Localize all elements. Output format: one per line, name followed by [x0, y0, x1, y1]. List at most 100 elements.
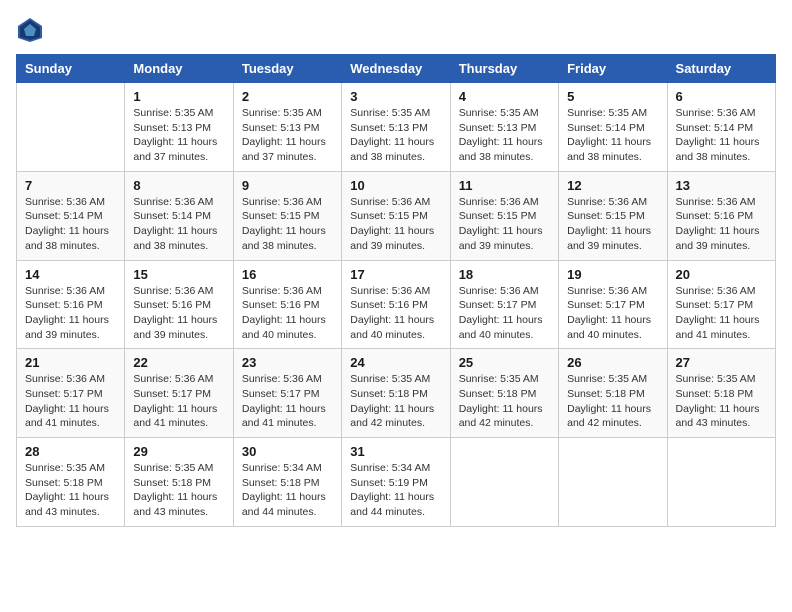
- calendar-cell: 26 Sunrise: 5:35 AMSunset: 5:18 PMDayligh…: [559, 349, 667, 438]
- day-number: 30: [242, 444, 333, 459]
- col-header-monday: Monday: [125, 55, 233, 83]
- day-info: Sunrise: 5:35 AMSunset: 5:13 PMDaylight:…: [350, 106, 441, 165]
- day-info: Sunrise: 5:35 AMSunset: 5:18 PMDaylight:…: [459, 372, 550, 431]
- calendar-cell: 24 Sunrise: 5:35 AMSunset: 5:18 PMDayligh…: [342, 349, 450, 438]
- day-number: 10: [350, 178, 441, 193]
- day-number: 12: [567, 178, 658, 193]
- calendar-week-row: 28 Sunrise: 5:35 AMSunset: 5:18 PMDayligh…: [17, 438, 776, 527]
- calendar-cell: [667, 438, 775, 527]
- calendar-cell: 22Sunrise: 5:36 AMSunset: 5:17 PMDayligh…: [125, 349, 233, 438]
- day-info: Sunrise: 5:36 AMSunset: 5:17 PMDaylight:…: [459, 284, 550, 343]
- day-number: 7: [25, 178, 116, 193]
- calendar-cell: 19 Sunrise: 5:36 AMSunset: 5:17 PMDayligh…: [559, 260, 667, 349]
- day-number: 23: [242, 355, 333, 370]
- day-info: Sunrise: 5:35 AMSunset: 5:18 PMDaylight:…: [567, 372, 658, 431]
- day-info: Sunrise: 5:36 AMSunset: 5:16 PMDaylight:…: [242, 284, 333, 343]
- day-info: Sunrise: 5:36 AMSunset: 5:16 PMDaylight:…: [25, 284, 116, 343]
- logo-icon: [16, 16, 44, 44]
- calendar-cell: 7 Sunrise: 5:36 AMSunset: 5:14 PMDaylight…: [17, 171, 125, 260]
- calendar-cell: [450, 438, 558, 527]
- day-info: Sunrise: 5:35 AMSunset: 5:13 PMDaylight:…: [242, 106, 333, 165]
- col-header-sunday: Sunday: [17, 55, 125, 83]
- calendar-cell: 25 Sunrise: 5:35 AMSunset: 5:18 PMDayligh…: [450, 349, 558, 438]
- day-number: 5: [567, 89, 658, 104]
- day-number: 8: [133, 178, 224, 193]
- day-number: 22: [133, 355, 224, 370]
- day-info: Sunrise: 5:34 AMSunset: 5:19 PMDaylight:…: [350, 461, 441, 520]
- calendar-cell: 18 Sunrise: 5:36 AMSunset: 5:17 PMDayligh…: [450, 260, 558, 349]
- calendar-week-row: 14 Sunrise: 5:36 AMSunset: 5:16 PMDayligh…: [17, 260, 776, 349]
- calendar-table: SundayMondayTuesdayWednesdayThursdayFrid…: [16, 54, 776, 527]
- header: [16, 16, 776, 44]
- day-info: Sunrise: 5:36 AMSunset: 5:16 PMDaylight:…: [133, 284, 224, 343]
- calendar-cell: 16 Sunrise: 5:36 AMSunset: 5:16 PMDayligh…: [233, 260, 341, 349]
- day-number: 15: [133, 267, 224, 282]
- day-number: 16: [242, 267, 333, 282]
- day-number: 17: [350, 267, 441, 282]
- day-info: Sunrise: 5:36 AMSunset: 5:15 PMDaylight:…: [350, 195, 441, 254]
- col-header-saturday: Saturday: [667, 55, 775, 83]
- day-number: 31: [350, 444, 441, 459]
- calendar-cell: 29 Sunrise: 5:35 AMSunset: 5:18 PMDayligh…: [125, 438, 233, 527]
- calendar-cell: 3 Sunrise: 5:35 AMSunset: 5:13 PMDaylight…: [342, 83, 450, 172]
- calendar-cell: 17Sunrise: 5:36 AMSunset: 5:16 PMDayligh…: [342, 260, 450, 349]
- calendar-cell: 6Sunrise: 5:36 AMSunset: 5:14 PMDaylight…: [667, 83, 775, 172]
- calendar-week-row: 21 Sunrise: 5:36 AMSunset: 5:17 PMDayligh…: [17, 349, 776, 438]
- day-info: Sunrise: 5:36 AMSunset: 5:15 PMDaylight:…: [567, 195, 658, 254]
- day-info: Sunrise: 5:35 AMSunset: 5:13 PMDaylight:…: [133, 106, 224, 165]
- calendar-cell: 4Sunrise: 5:35 AMSunset: 5:13 PMDaylight…: [450, 83, 558, 172]
- day-info: Sunrise: 5:36 AMSunset: 5:16 PMDaylight:…: [676, 195, 767, 254]
- calendar-cell: [17, 83, 125, 172]
- day-number: 11: [459, 178, 550, 193]
- col-header-thursday: Thursday: [450, 55, 558, 83]
- day-number: 21: [25, 355, 116, 370]
- calendar-cell: 30 Sunrise: 5:34 AMSunset: 5:18 PMDayligh…: [233, 438, 341, 527]
- calendar-cell: 15 Sunrise: 5:36 AMSunset: 5:16 PMDayligh…: [125, 260, 233, 349]
- calendar-cell: 10 Sunrise: 5:36 AMSunset: 5:15 PMDayligh…: [342, 171, 450, 260]
- day-info: Sunrise: 5:36 AMSunset: 5:17 PMDaylight:…: [25, 372, 116, 431]
- calendar-header-row: SundayMondayTuesdayWednesdayThursdayFrid…: [17, 55, 776, 83]
- day-info: Sunrise: 5:34 AMSunset: 5:18 PMDaylight:…: [242, 461, 333, 520]
- calendar-cell: 23 Sunrise: 5:36 AMSunset: 5:17 PMDayligh…: [233, 349, 341, 438]
- day-info: Sunrise: 5:35 AMSunset: 5:18 PMDaylight:…: [25, 461, 116, 520]
- day-info: Sunrise: 5:36 AMSunset: 5:15 PMDaylight:…: [242, 195, 333, 254]
- col-header-friday: Friday: [559, 55, 667, 83]
- day-number: 3: [350, 89, 441, 104]
- calendar-cell: 31 Sunrise: 5:34 AMSunset: 5:19 PMDayligh…: [342, 438, 450, 527]
- day-info: Sunrise: 5:36 AMSunset: 5:17 PMDaylight:…: [567, 284, 658, 343]
- calendar-cell: 20 Sunrise: 5:36 AMSunset: 5:17 PMDayligh…: [667, 260, 775, 349]
- day-info: Sunrise: 5:35 AMSunset: 5:18 PMDaylight:…: [133, 461, 224, 520]
- calendar-cell: 27Sunrise: 5:35 AMSunset: 5:18 PMDayligh…: [667, 349, 775, 438]
- day-number: 19: [567, 267, 658, 282]
- day-number: 14: [25, 267, 116, 282]
- calendar-cell: 12 Sunrise: 5:36 AMSunset: 5:15 PMDayligh…: [559, 171, 667, 260]
- day-info: Sunrise: 5:35 AMSunset: 5:14 PMDaylight:…: [567, 106, 658, 165]
- calendar-cell: 2 Sunrise: 5:35 AMSunset: 5:13 PMDaylight…: [233, 83, 341, 172]
- day-number: 28: [25, 444, 116, 459]
- day-info: Sunrise: 5:36 AMSunset: 5:15 PMDaylight:…: [459, 195, 550, 254]
- calendar-week-row: 1Sunrise: 5:35 AMSunset: 5:13 PMDaylight…: [17, 83, 776, 172]
- calendar-cell: 14 Sunrise: 5:36 AMSunset: 5:16 PMDayligh…: [17, 260, 125, 349]
- calendar-cell: 8 Sunrise: 5:36 AMSunset: 5:14 PMDaylight…: [125, 171, 233, 260]
- day-number: 24: [350, 355, 441, 370]
- day-number: 4: [459, 89, 550, 104]
- day-info: Sunrise: 5:36 AMSunset: 5:17 PMDaylight:…: [676, 284, 767, 343]
- day-info: Sunrise: 5:36 AMSunset: 5:17 PMDaylight:…: [242, 372, 333, 431]
- calendar-cell: 21 Sunrise: 5:36 AMSunset: 5:17 PMDayligh…: [17, 349, 125, 438]
- calendar-cell: 11 Sunrise: 5:36 AMSunset: 5:15 PMDayligh…: [450, 171, 558, 260]
- day-number: 26: [567, 355, 658, 370]
- calendar-cell: 13 Sunrise: 5:36 AMSunset: 5:16 PMDayligh…: [667, 171, 775, 260]
- day-info: Sunrise: 5:36 AMSunset: 5:14 PMDaylight:…: [133, 195, 224, 254]
- calendar-cell: 5 Sunrise: 5:35 AMSunset: 5:14 PMDaylight…: [559, 83, 667, 172]
- day-number: 18: [459, 267, 550, 282]
- col-header-wednesday: Wednesday: [342, 55, 450, 83]
- day-number: 20: [676, 267, 767, 282]
- day-number: 13: [676, 178, 767, 193]
- day-number: 6: [676, 89, 767, 104]
- day-info: Sunrise: 5:35 AMSunset: 5:18 PMDaylight:…: [350, 372, 441, 431]
- calendar-week-row: 7 Sunrise: 5:36 AMSunset: 5:14 PMDaylight…: [17, 171, 776, 260]
- day-number: 25: [459, 355, 550, 370]
- day-info: Sunrise: 5:36 AMSunset: 5:14 PMDaylight:…: [25, 195, 116, 254]
- day-number: 2: [242, 89, 333, 104]
- day-number: 29: [133, 444, 224, 459]
